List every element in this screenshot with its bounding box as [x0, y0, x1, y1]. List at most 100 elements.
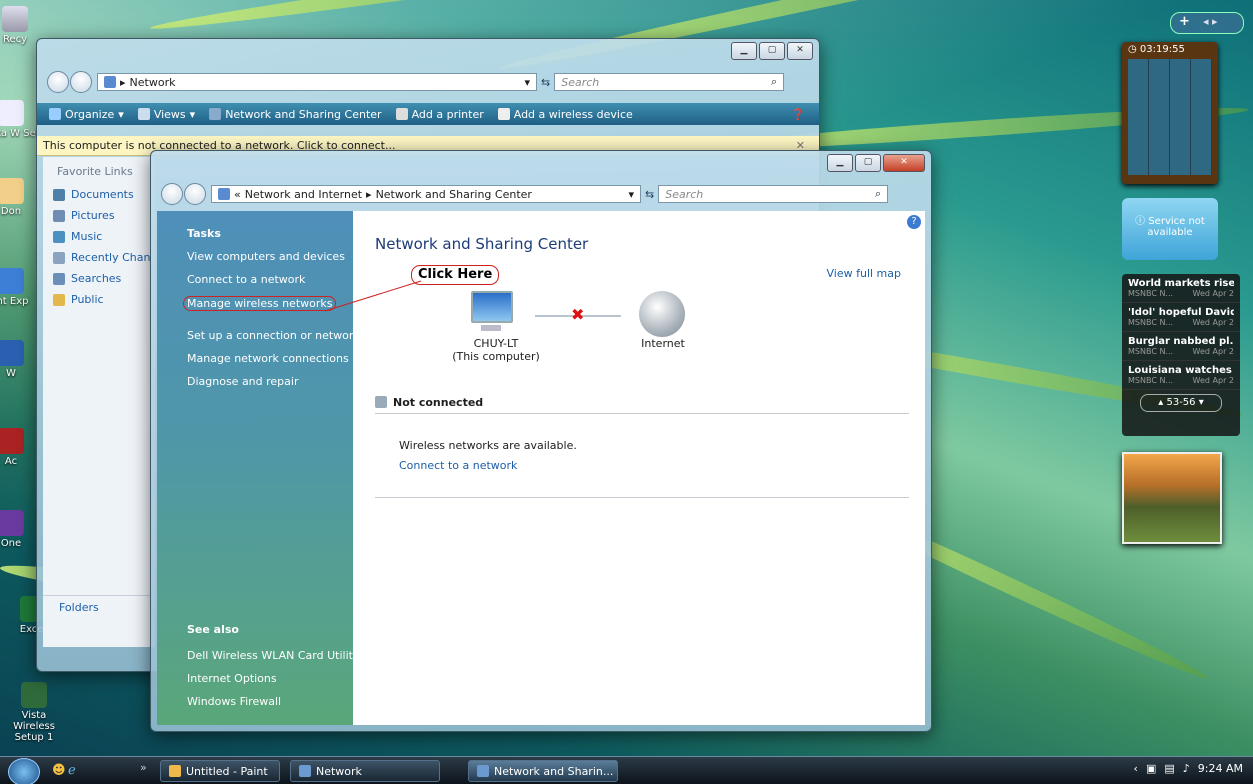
- task-link[interactable]: Manage network connections: [187, 352, 353, 365]
- folder-icon: [53, 272, 65, 285]
- computer-subtitle: (This computer): [452, 350, 540, 363]
- news-item[interactable]: World markets rise a...MSNBC N... Wed Apr…: [1122, 274, 1240, 303]
- maximize-button[interactable]: ▢: [759, 42, 785, 60]
- refresh-icon[interactable]: ⇆: [541, 76, 550, 89]
- folders-label: Folders: [59, 601, 99, 614]
- puzzle-tiles[interactable]: [1128, 59, 1212, 175]
- news-item[interactable]: Louisiana watches a ...MSNBC N... Wed Apr…: [1122, 361, 1240, 390]
- pager-up-icon[interactable]: ▴: [1158, 397, 1163, 408]
- internet-label: Internet: [641, 337, 685, 350]
- pager-down-icon[interactable]: ▾: [1199, 397, 1204, 408]
- back-button[interactable]: [47, 71, 69, 93]
- show-desktop-icon[interactable]: ☻: [52, 763, 66, 778]
- favorite-link-label: Recently Chan: [71, 251, 151, 264]
- forward-button[interactable]: [70, 71, 92, 93]
- taskbar-button[interactable]: Network: [290, 760, 440, 782]
- favorite-link[interactable]: Public: [53, 289, 155, 310]
- tray-expand-icon[interactable]: ‹: [1134, 762, 1138, 775]
- network-sharing-center-window[interactable]: ▁ ▢ ✕ « Network and Internet ▸ Network a…: [150, 150, 932, 732]
- folder-icon: [53, 293, 65, 306]
- desktop-icon-label: Vista W Set: [0, 128, 40, 139]
- forward-button[interactable]: [184, 183, 206, 205]
- search-input[interactable]: Search ⌕: [658, 185, 889, 203]
- clock[interactable]: 9:24 AM: [1198, 762, 1243, 775]
- task-link[interactable]: Manage wireless networks: [183, 296, 337, 311]
- disconnected-x-icon[interactable]: ✖: [571, 305, 584, 324]
- dropdown-icon[interactable]: ▾: [628, 188, 634, 201]
- quicklaunch-overflow[interactable]: »: [140, 761, 147, 774]
- close-button[interactable]: ✕: [883, 154, 925, 172]
- desktop-icon-vista-wireless[interactable]: Vista Wireless Setup 1: [4, 682, 64, 743]
- wireless-tray-icon[interactable]: ▤: [1164, 762, 1174, 775]
- ie-quicklaunch-icon[interactable]: ℯ: [68, 763, 76, 778]
- maximize-button[interactable]: ▢: [855, 154, 881, 172]
- add-wireless-device-button[interactable]: Add a wireless device: [497, 108, 633, 121]
- task-link[interactable]: View computers and devices: [187, 250, 353, 263]
- news-date: Wed Apr 2: [1192, 318, 1234, 327]
- news-item[interactable]: Burglar nabbed pl... MSNBC N... Wed Apr 2: [1122, 332, 1240, 361]
- favorite-link-label: Documents: [71, 188, 134, 201]
- favorite-link-label: Music: [71, 230, 103, 243]
- search-icon[interactable]: ⌕: [771, 75, 777, 89]
- refresh-icon[interactable]: ⇆: [645, 188, 654, 201]
- taskbar-button[interactable]: Untitled - Paint: [160, 760, 280, 782]
- navigation-pane: Favorite Links Documents Pictures Music Rec…: [43, 157, 155, 647]
- back-button[interactable]: [161, 183, 183, 205]
- news-item[interactable]: 'Idol' hopeful David ...MSNBC N... Wed Ap…: [1122, 303, 1240, 332]
- folder-icon: [0, 178, 24, 204]
- close-button[interactable]: ✕: [787, 42, 813, 60]
- see-also-link[interactable]: Windows Firewall: [187, 695, 359, 708]
- sidebar-nav-icon[interactable]: ◂ ▸: [1203, 15, 1218, 28]
- favorite-link[interactable]: Searches: [53, 268, 155, 289]
- favorite-link[interactable]: Recently Chan: [53, 247, 155, 268]
- start-button[interactable]: [8, 758, 40, 784]
- task-link[interactable]: Set up a connection or network: [187, 329, 360, 342]
- computer-icon[interactable]: [471, 291, 515, 331]
- breadcrumb-overflow[interactable]: «: [234, 188, 241, 201]
- network-sharing-center-button[interactable]: Network and Sharing Center: [209, 108, 382, 121]
- help-icon[interactable]: ?: [907, 215, 921, 229]
- search-placeholder: Search: [561, 75, 600, 89]
- breadcrumb-network-internet[interactable]: Network and Internet: [245, 188, 362, 201]
- taskbar-button[interactable]: Network and Sharin...: [468, 760, 618, 782]
- help-icon[interactable]: ❓: [791, 108, 805, 121]
- sidebar-controls[interactable]: + ◂ ▸: [1170, 12, 1244, 34]
- search-icon[interactable]: ⌕: [875, 187, 881, 201]
- recycle-bin-icon: [2, 6, 28, 32]
- window-caption-buttons: ▁ ▢ ✕: [827, 154, 925, 172]
- page-title: Network and Sharing Center: [375, 235, 589, 253]
- computer-label: CHUY-LT (This computer): [441, 337, 551, 363]
- ie-icon: [0, 268, 24, 294]
- favorite-link[interactable]: Pictures: [53, 205, 155, 226]
- pager-range: 53-56: [1166, 397, 1196, 408]
- internet-globe-icon[interactable]: [639, 291, 685, 337]
- address-box[interactable]: « Network and Internet ▸ Network and Sha…: [211, 185, 641, 203]
- search-input[interactable]: Search ⌕: [554, 73, 785, 91]
- address-bar: « Network and Internet ▸ Network and Sha…: [161, 183, 889, 205]
- see-also-link[interactable]: Internet Options: [187, 672, 359, 685]
- task-link[interactable]: Diagnose and repair: [187, 375, 353, 388]
- see-also-link[interactable]: Dell Wireless WLAN Card Utility: [187, 649, 359, 662]
- volume-icon[interactable]: ♪: [1183, 762, 1190, 775]
- favorite-link[interactable]: Documents: [53, 184, 155, 205]
- breadcrumb-network-sharing[interactable]: Network and Sharing Center: [376, 188, 532, 201]
- dropdown-icon[interactable]: ▾: [524, 76, 530, 89]
- view-full-map-link[interactable]: View full map: [827, 267, 902, 280]
- slideshow-gadget[interactable]: [1122, 452, 1222, 544]
- folders-bar[interactable]: Folders: [43, 595, 155, 619]
- favorite-link[interactable]: Music: [53, 226, 155, 247]
- picture-puzzle-gadget[interactable]: ◷ 03:19:55: [1122, 42, 1218, 184]
- network-tray-icon[interactable]: ▣: [1146, 762, 1156, 775]
- news-pager[interactable]: ▴ 53-56 ▾: [1140, 394, 1222, 412]
- address-box[interactable]: ▸ Network ▾: [97, 73, 537, 91]
- minimize-button[interactable]: ▁: [731, 42, 757, 60]
- add-printer-button[interactable]: Add a printer: [395, 108, 484, 121]
- organize-button[interactable]: Organize ▾: [49, 108, 124, 121]
- add-gadget-icon[interactable]: +: [1179, 14, 1190, 29]
- minimize-button[interactable]: ▁: [827, 154, 853, 172]
- news-headline: Burglar nabbed pl...: [1128, 336, 1234, 347]
- views-button[interactable]: Views ▾: [137, 108, 195, 121]
- service-gadget: ⓘ Service not available: [1122, 198, 1218, 260]
- connect-to-network-link[interactable]: Connect to a network: [399, 459, 517, 472]
- taskbar-button-label: Untitled - Paint: [186, 764, 268, 778]
